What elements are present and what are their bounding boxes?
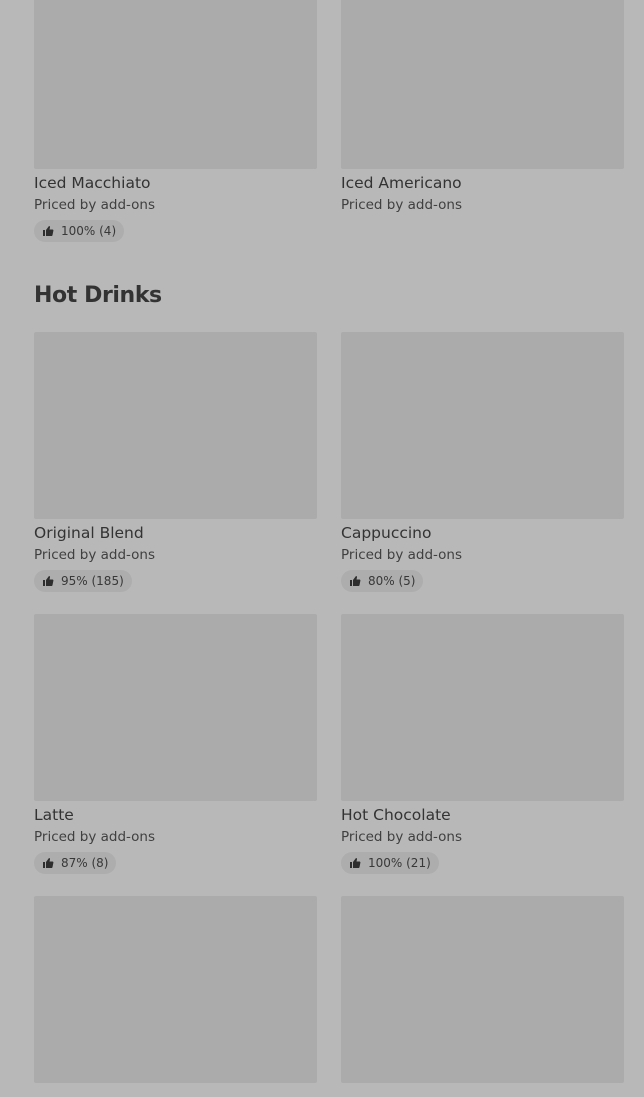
item-image <box>34 0 317 169</box>
thumbs-up-icon <box>42 225 54 237</box>
rating-text: 80% (5) <box>368 574 416 588</box>
item-image <box>341 896 624 1083</box>
rating-badge: 100% (4) <box>34 220 125 242</box>
thumbs-up-icon <box>42 575 54 587</box>
item-image <box>341 0 624 169</box>
menu-item-card[interactable]: Cappuccino Priced by add-ons 80% (5) <box>341 332 624 592</box>
item-image <box>341 614 624 801</box>
rating-text: 100% (4) <box>61 224 117 238</box>
section-title: Hot Drinks <box>34 283 162 308</box>
item-image <box>34 896 317 1083</box>
menu-item-card[interactable]: Iced Americano Priced by add-ons <box>341 0 624 242</box>
item-price: Priced by add-ons <box>341 547 463 563</box>
item-name: Latte <box>34 806 74 824</box>
item-price: Priced by add-ons <box>34 197 156 213</box>
thumbs-up-icon <box>349 857 361 869</box>
rating-text: 87% (8) <box>61 856 109 870</box>
menu-item-card[interactable]: Iced Macchiato Priced by add-ons 100% (4… <box>34 0 317 242</box>
item-price: Priced by add-ons <box>34 829 156 845</box>
rating-badge: 100% (21) <box>341 852 439 874</box>
item-name: Iced Macchiato <box>34 174 151 192</box>
rating-badge: 87% (8) <box>34 852 117 874</box>
menu-item-card[interactable] <box>341 896 624 1083</box>
thumbs-up-icon <box>349 575 361 587</box>
menu-item-card[interactable] <box>34 896 317 1083</box>
item-name: Cappuccino <box>341 524 432 542</box>
rating-text: 95% (185) <box>61 574 124 588</box>
item-name: Iced Americano <box>341 174 462 192</box>
menu-item-card[interactable]: Original Blend Priced by add-ons 95% (18… <box>34 332 317 592</box>
item-image <box>34 332 317 519</box>
item-name: Original Blend <box>34 524 144 542</box>
item-image <box>34 614 317 801</box>
rating-badge: 95% (185) <box>34 570 132 592</box>
hot-drinks-grid: Original Blend Priced by add-ons 95% (18… <box>34 332 624 1083</box>
rating-badge: 80% (5) <box>341 570 424 592</box>
rating-text: 100% (21) <box>368 856 431 870</box>
item-image <box>341 332 624 519</box>
item-name: Hot Chocolate <box>341 806 451 824</box>
menu-item-card[interactable]: Latte Priced by add-ons 87% (8) <box>34 614 317 874</box>
thumbs-up-icon <box>42 857 54 869</box>
iced-items-grid: Iced Macchiato Priced by add-ons 100% (4… <box>34 0 624 242</box>
item-price: Priced by add-ons <box>341 829 463 845</box>
item-price: Priced by add-ons <box>341 197 463 213</box>
item-price: Priced by add-ons <box>34 547 156 563</box>
menu-item-card[interactable]: Hot Chocolate Priced by add-ons 100% (21… <box>341 614 624 874</box>
